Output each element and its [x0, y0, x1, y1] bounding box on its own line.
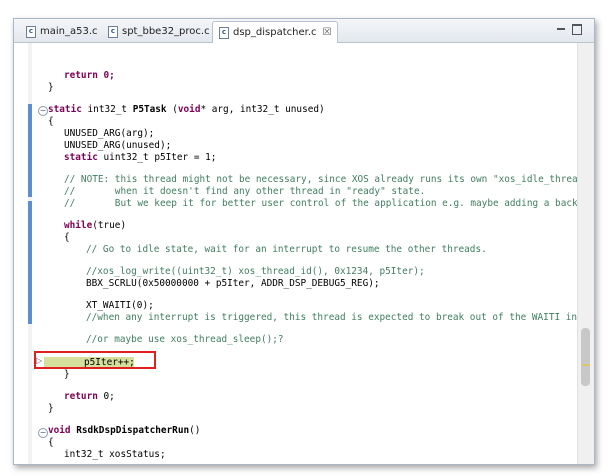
- code-line: int32_t xosStatus;: [64, 449, 166, 460]
- code-line: static uint32_t p5Iter = 1;: [64, 152, 217, 163]
- code-comment: // But we keep it for better user contro…: [64, 198, 589, 209]
- code-comment: //when any interrupt is triggered, this …: [86, 312, 589, 323]
- annotation-gutter: − −: [14, 43, 48, 464]
- maximize-button[interactable]: [572, 24, 582, 35]
- editor-tab-bar: c main_a53.c c spt_bbe32_proc.c c dsp_di…: [14, 19, 594, 43]
- c-file-icon: c: [108, 25, 118, 38]
- code-line: {: [48, 437, 54, 448]
- vertical-scrollbar[interactable]: [577, 43, 594, 464]
- code-line: while(true): [64, 220, 127, 231]
- close-icon[interactable]: ☒: [323, 27, 332, 38]
- code-line: {: [64, 232, 70, 243]
- editor-window: c main_a53.c c spt_bbe32_proc.c c dsp_di…: [13, 18, 595, 465]
- c-file-icon: c: [26, 25, 36, 38]
- code-comment: // when it doesn't find any other thread…: [64, 186, 426, 197]
- tab-spt-bbe32-proc[interactable]: c spt_bbe32_proc.c: [102, 21, 216, 42]
- code-line: UNUSED_ARG(unused);: [64, 140, 172, 151]
- tab-label: dsp_dispatcher.c: [233, 27, 317, 38]
- code-line: }: [48, 403, 54, 414]
- code-line: }: [48, 82, 54, 93]
- code-line: {: [48, 116, 54, 127]
- code-line: static int32_t P5Task (void* arg, int32_…: [48, 104, 325, 115]
- code-line: BBX_SCRLU(0x50000000 + p5Iter, ADDR_DSP_…: [86, 278, 380, 289]
- code-line: UNUSED_ARG(arg);: [64, 128, 155, 139]
- tab-main-a53[interactable]: c main_a53.c: [20, 21, 104, 42]
- code-line: XT_WAITI(0);: [86, 300, 154, 311]
- change-ruler: [28, 43, 32, 464]
- highlight-annotation-box: [34, 351, 156, 369]
- code-line: void RsdkDspDispatcherRun(): [48, 425, 201, 436]
- code-comment: // NOTE: this thread might not be necess…: [64, 174, 589, 185]
- c-file-icon: c: [219, 26, 229, 39]
- change-marker: [28, 201, 32, 324]
- tab-label: main_a53.c: [40, 26, 98, 37]
- code-comment: //xos_log_write((uint32_t) xos_thread_id…: [86, 266, 425, 277]
- code-comment: // Go to idle state, wait for an interru…: [86, 244, 487, 255]
- change-marker: [28, 104, 32, 197]
- minimize-button[interactable]: [556, 24, 566, 34]
- scrollbar-thumb[interactable]: [581, 328, 590, 386]
- code-line: }: [64, 369, 70, 380]
- code-comment: //or maybe use xos_thread_sleep();?: [86, 334, 284, 345]
- code-line: return 0;: [64, 391, 115, 402]
- occurrence-marker[interactable]: [582, 364, 590, 366]
- code-line: return 0;: [64, 70, 115, 81]
- tab-dsp-dispatcher[interactable]: c dsp_dispatcher.c ☒: [212, 21, 339, 43]
- code-editor[interactable]: return 0; } static int32_t P5Task (void*…: [34, 43, 589, 464]
- tab-label: spt_bbe32_proc.c: [122, 26, 210, 37]
